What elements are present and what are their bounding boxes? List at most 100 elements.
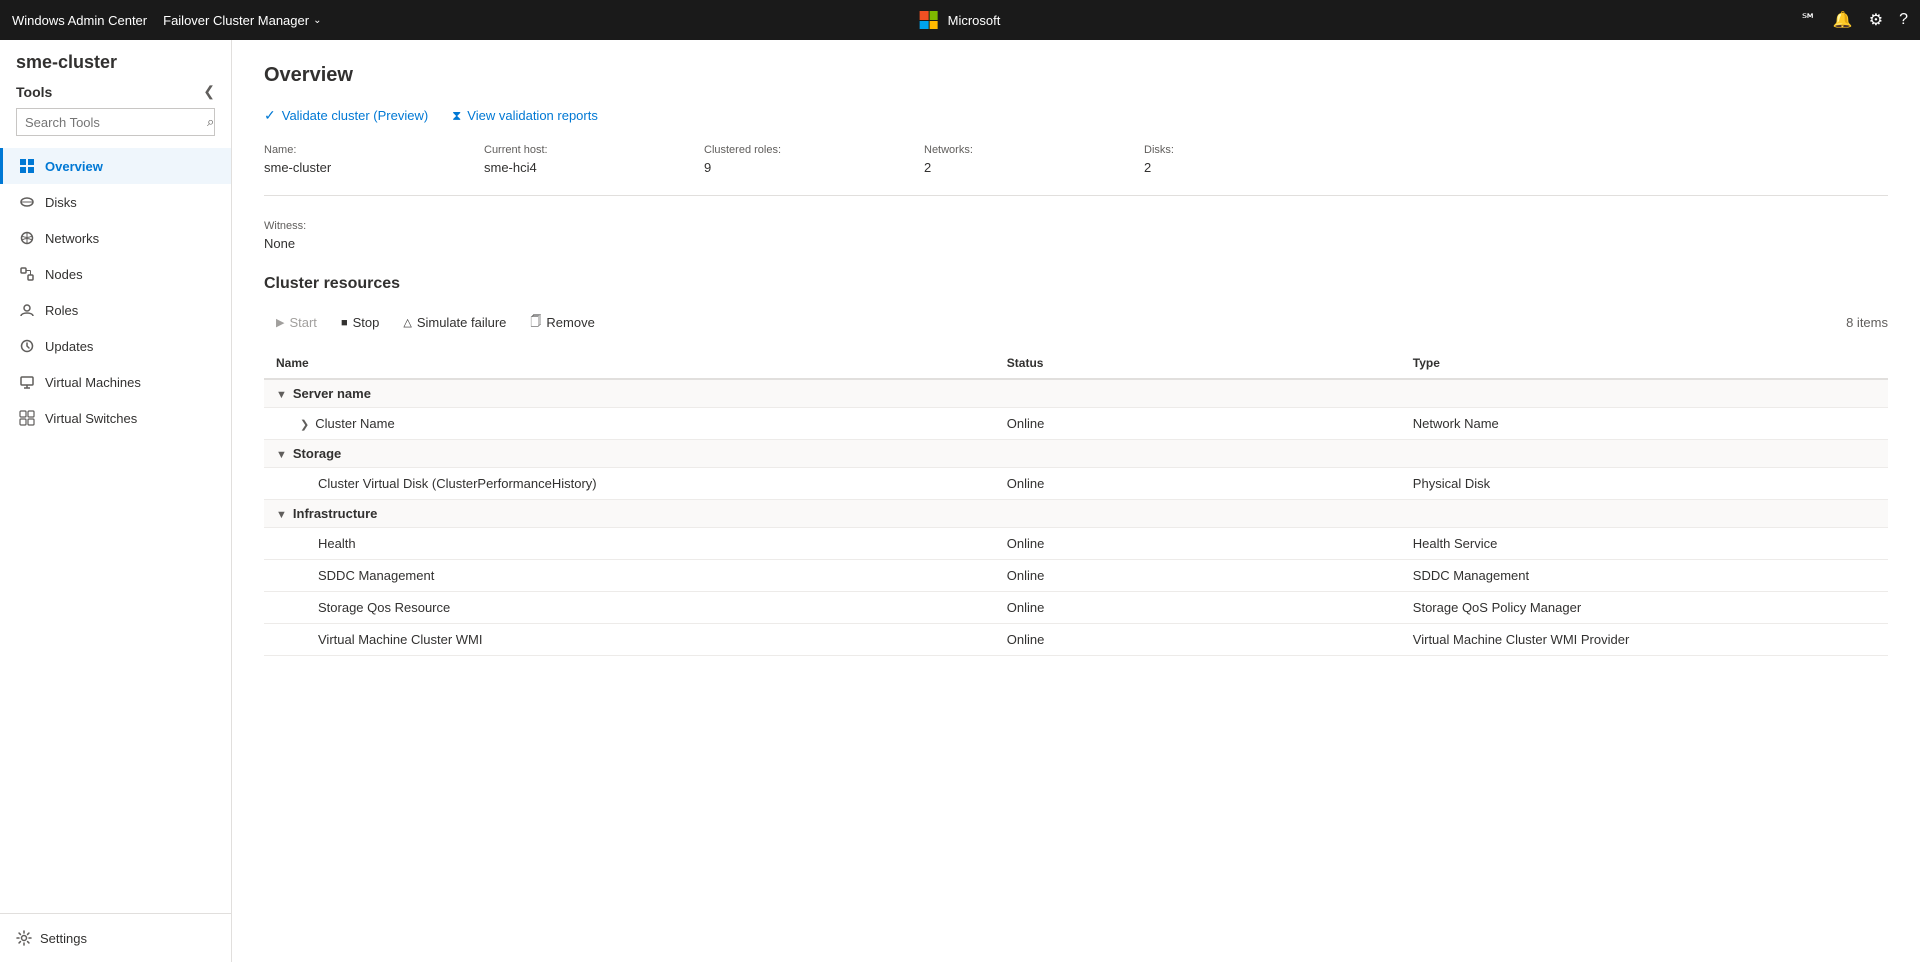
sidebar-item-networks-label: Networks [45,231,99,246]
app-selector[interactable]: Failover Cluster Manager ⌄ [163,13,321,28]
row-name: SDDC Management [264,560,995,592]
table-row[interactable]: SDDC ManagementOnlineSDDC Management [264,560,1888,592]
info-networks-value: 2 [924,160,1104,175]
sidebar-item-networks[interactable]: Networks [0,220,231,256]
sidebar: sme-cluster Tools ❮ ⌕ Overview Di [0,40,232,962]
col-header-status: Status [995,348,1401,379]
info-witness-label: Witness: [264,220,1888,232]
collapse-sidebar-button[interactable]: ❮ [203,83,215,100]
sidebar-item-virtual-machines[interactable]: Virtual Machines [0,364,231,400]
table-row[interactable]: Storage Qos ResourceOnlineStorage QoS Po… [264,592,1888,624]
app-name-label: Failover Cluster Manager [163,13,309,28]
cluster-name: sme-cluster [16,52,215,73]
start-label: Start [289,315,316,330]
sidebar-item-disks-label: Disks [45,195,77,210]
search-icon: ⌕ [207,114,214,130]
stop-button[interactable]: ■ Stop [329,311,391,334]
logo-red [920,11,929,20]
table-row[interactable]: HealthOnlineHealth Service [264,528,1888,560]
microsoft-label: Microsoft [948,13,1001,28]
row-status: Online [995,468,1401,500]
row-status: Online [995,528,1401,560]
group-header-infrastructure[interactable]: ▼Infrastructure [264,500,1888,528]
table-row[interactable]: ❯Cluster NameOnlineNetwork Name [264,408,1888,440]
logo-yellow [929,21,938,30]
search-input[interactable] [25,115,201,130]
info-host-label: Current host: [484,144,664,156]
group-header-storage[interactable]: ▼Storage [264,440,1888,468]
info-current-host: Current host: sme-hci4 [484,144,664,175]
table-row[interactable]: Cluster Virtual Disk (ClusterPerformance… [264,468,1888,500]
info-disks-label: Disks: [1144,144,1324,156]
view-reports-label: View validation reports [467,108,598,123]
row-status: Online [995,560,1401,592]
simulate-icon: △ [403,316,411,329]
stop-label: Stop [353,315,380,330]
row-expand-icon[interactable]: ❯ [300,419,309,431]
settings-footer-icon [16,930,32,946]
row-type: Network Name [1401,408,1888,440]
sidebar-item-overview-label: Overview [45,159,103,174]
resource-toolbar-left: ▶ Start ■ Stop △ Simulate failure 🗍 Remo… [264,309,607,336]
terminal-icon[interactable]: ℠ [1801,10,1817,30]
row-type: Physical Disk [1401,468,1888,500]
notification-icon[interactable]: 🔔 [1833,10,1853,30]
info-disks: Disks: 2 [1144,144,1324,175]
row-name: Storage Qos Resource [264,592,995,624]
topbar-center: Microsoft [920,11,1001,29]
sidebar-item-virtual-switches-label: Virtual Switches [45,411,137,426]
row-type: Health Service [1401,528,1888,560]
row-type: Storage QoS Policy Manager [1401,592,1888,624]
sidebar-item-disks[interactable]: Disks [0,184,231,220]
app-chevron-icon: ⌄ [313,15,321,26]
table-row[interactable]: Virtual Machine Cluster WMIOnlineVirtual… [264,624,1888,656]
remove-label: Remove [546,315,594,330]
nav-items: Overview Disks Networks Nodes [0,148,231,913]
sidebar-item-updates[interactable]: Updates [0,328,231,364]
info-roles-value: 9 [704,160,884,175]
networks-icon [19,230,35,246]
action-bar: ✓ Validate cluster (Preview) ⧗ View vali… [264,107,1888,124]
sidebar-item-nodes-label: Nodes [45,267,83,282]
sidebar-item-roles-label: Roles [45,303,78,318]
simulate-failure-button[interactable]: △ Simulate failure [391,311,518,334]
sidebar-item-virtual-switches[interactable]: Virtual Switches [0,400,231,436]
roles-icon [19,302,35,318]
info-host-value: sme-hci4 [484,160,664,175]
settings-icon[interactable]: ⚙ [1869,10,1883,30]
sidebar-item-roles[interactable]: Roles [0,292,231,328]
sidebar-item-overview[interactable]: Overview [0,148,231,184]
row-name: Health [264,528,995,560]
sidebar-item-nodes[interactable]: Nodes [0,256,231,292]
topbar-right: ℠ 🔔 ⚙ ? [1801,10,1908,30]
info-name: Name: sme-cluster [264,144,444,175]
help-icon[interactable]: ? [1899,11,1908,29]
remove-button[interactable]: 🗍 Remove [518,309,606,336]
info-networks: Networks: 2 [924,144,1104,175]
col-header-name: Name [264,348,995,379]
view-reports-link[interactable]: ⧗ View validation reports [452,108,598,124]
row-name: Virtual Machine Cluster WMI [264,624,995,656]
row-status: Online [995,624,1401,656]
info-witness-value: None [264,236,1888,251]
resource-toolbar: ▶ Start ■ Stop △ Simulate failure 🗍 Remo… [264,309,1888,336]
checkmark-icon: ✓ [264,107,276,124]
validate-cluster-link[interactable]: ✓ Validate cluster (Preview) [264,107,428,124]
brand-label: Windows Admin Center [12,13,147,28]
row-status: Online [995,408,1401,440]
row-status: Online [995,592,1401,624]
start-button[interactable]: ▶ Start [264,311,329,334]
settings-nav-item[interactable]: Settings [16,922,215,954]
updates-icon [19,338,35,354]
page-title: Overview [264,64,1888,87]
search-box: ⌕ [16,108,215,136]
info-roles-label: Clustered roles: [704,144,884,156]
sidebar-footer: Settings [0,913,231,962]
info-clustered-roles: Clustered roles: 9 [704,144,884,175]
topbar: Windows Admin Center Failover Cluster Ma… [0,0,1920,40]
items-count: 8 items [1846,315,1888,330]
group-chevron-icon: ▼ [276,509,287,521]
group-header-server-name[interactable]: ▼Server name [264,379,1888,408]
group-chevron-icon: ▼ [276,389,287,401]
logo-green [929,11,938,20]
